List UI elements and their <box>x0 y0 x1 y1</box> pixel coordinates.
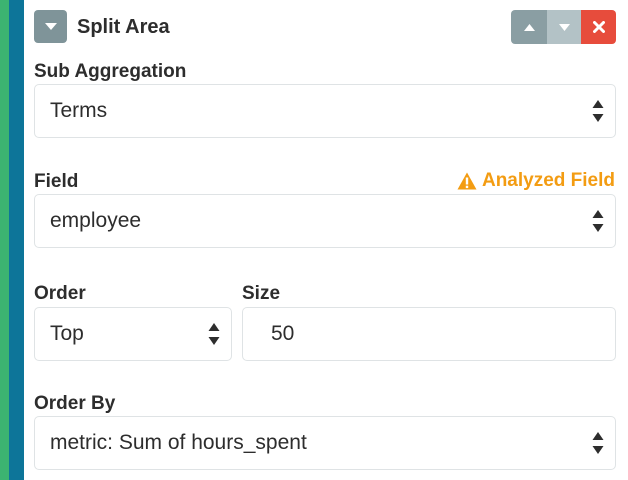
order-select[interactable]: Top <box>34 307 232 361</box>
field-select[interactable]: employee <box>34 194 616 248</box>
size-input[interactable]: 50 <box>242 307 616 361</box>
analyzed-field-warning: Analyzed Field <box>457 170 615 192</box>
caret-down-icon <box>558 23 570 31</box>
panel-title: Split Area <box>77 16 170 38</box>
warning-triangle-icon <box>457 172 477 190</box>
agg-actions <box>511 10 616 44</box>
split-area-editor: Split Area Sub Aggregation Terms Field A… <box>0 0 628 480</box>
collapse-button[interactable] <box>34 10 67 43</box>
select-arrows-icon <box>208 323 220 345</box>
select-arrows-icon <box>592 100 604 122</box>
field-label: Field <box>34 171 79 192</box>
agg-group-stripe <box>9 0 24 480</box>
order-by-label: Order By <box>34 393 116 414</box>
caret-down-icon <box>44 22 57 30</box>
close-icon <box>592 21 605 33</box>
move-up-button[interactable] <box>511 10 547 44</box>
size-label: Size <box>242 283 281 304</box>
select-arrows-icon <box>592 432 604 454</box>
move-down-button[interactable] <box>547 10 581 44</box>
order-by-value: metric: Sum of hours_spent <box>50 431 307 454</box>
analyzed-field-text: Analyzed Field <box>481 170 615 191</box>
order-by-select[interactable]: metric: Sum of hours_spent <box>34 416 616 470</box>
order-value: Top <box>50 322 84 345</box>
field-value: employee <box>50 209 142 232</box>
sub-aggregation-value: Terms <box>50 99 108 122</box>
panel-header: Split Area <box>34 10 616 44</box>
sub-aggregation-select[interactable]: Terms <box>34 84 616 138</box>
remove-button[interactable] <box>581 10 616 44</box>
select-arrows-icon <box>592 210 604 232</box>
caret-up-icon <box>523 23 535 31</box>
agg-color-stripe <box>0 0 9 480</box>
sub-aggregation-label: Sub Aggregation <box>34 61 187 82</box>
size-value: 50 <box>271 322 295 345</box>
order-label: Order <box>34 283 86 304</box>
